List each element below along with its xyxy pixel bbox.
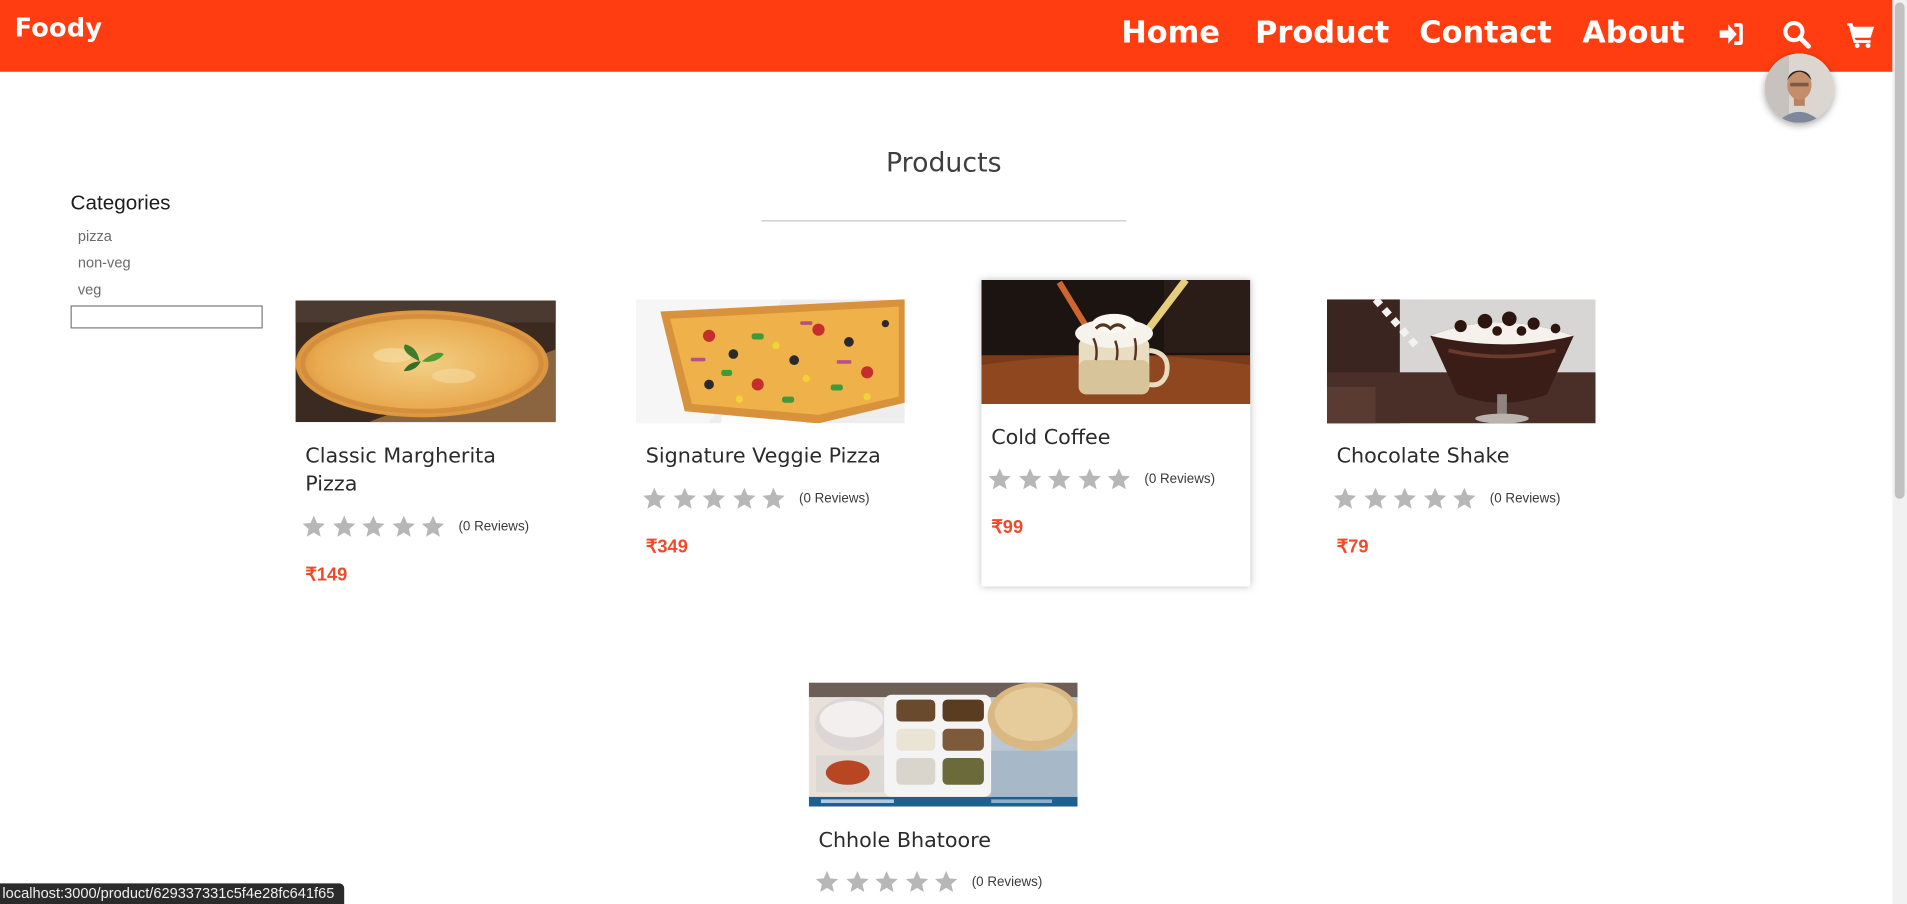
star-icon (1046, 466, 1076, 493)
star-icon (844, 869, 874, 896)
chhole-bhatoore-photo (808, 682, 1078, 807)
search-icon[interactable] (1781, 18, 1813, 50)
star-icon (814, 869, 844, 896)
page-title: Products (886, 148, 1002, 179)
star-icon (330, 513, 360, 540)
product-name[interactable]: Chocolate Shake (1337, 443, 1568, 471)
star-icon (903, 869, 933, 896)
scrollbar-thumb[interactable] (1894, 2, 1905, 499)
star-icon (873, 869, 903, 896)
star-icon (641, 485, 671, 512)
star-icon (1451, 485, 1481, 512)
category-pizza[interactable]: pizza (78, 228, 112, 245)
product-name[interactable]: Classic Margherita Pizza (305, 443, 536, 499)
categories-heading: Categories (70, 191, 171, 215)
review-count: (0 Reviews) (971, 874, 1043, 890)
sign-in-icon[interactable] (1716, 18, 1748, 50)
product-name[interactable]: Signature Veggie Pizza (646, 443, 895, 471)
star-icon (1421, 485, 1451, 512)
product-card[interactable]: Classic Margherita Pizza (0 Reviews) ₹14… (295, 300, 565, 593)
product-price: ₹349 (645, 536, 688, 558)
product-card[interactable]: Cold Coffee (0 Reviews) ₹99 (981, 279, 1251, 587)
product-rating: (0 Reviews) (641, 485, 870, 512)
chocolate-shake-photo (1326, 299, 1596, 424)
review-count: (0 Reviews) (799, 491, 870, 507)
nav-product-link[interactable]: Product (1255, 12, 1389, 53)
veggie-pizza-photo (636, 299, 905, 424)
review-count: (0 Reviews) (1489, 491, 1561, 507)
nav-about-link[interactable]: About (1582, 12, 1684, 53)
star-icon (1076, 466, 1106, 493)
product-price: ₹79 (1336, 536, 1369, 558)
category-search-input[interactable] (70, 305, 263, 329)
page-scrollbar[interactable] (1892, 0, 1907, 904)
star-icon (1016, 466, 1046, 493)
product-price: ₹149 (305, 564, 348, 586)
star-icon (1362, 485, 1392, 512)
user-avatar[interactable] (1764, 53, 1835, 123)
star-icon (1106, 466, 1136, 493)
product-name[interactable]: Cold Coffee (991, 425, 1222, 453)
viewport: Foody Home Product Contact About Product… (0, 0, 1907, 904)
star-icon (731, 485, 761, 512)
star-icon (761, 485, 791, 512)
star-icon (1392, 485, 1422, 512)
star-icon (933, 869, 963, 896)
nav-home-link[interactable]: Home (1121, 12, 1220, 53)
product-rating: (0 Reviews) (1332, 485, 1561, 512)
status-url-bar: localhost:3000/product/629337331c5f4e28f… (0, 883, 345, 904)
star-icon (671, 485, 701, 512)
product-rating: (0 Reviews) (300, 513, 529, 540)
star-icon (986, 466, 1016, 493)
star-icon (390, 513, 420, 540)
star-icon (1332, 485, 1362, 512)
shopping-cart-icon[interactable] (1845, 18, 1877, 50)
product-card[interactable]: Chocolate Shake (0 Reviews) ₹79 (1326, 299, 1596, 567)
nav-contact-link[interactable]: Contact (1419, 12, 1551, 53)
product-card[interactable]: Chhole Bhatoore (0 Reviews) (808, 682, 1078, 904)
title-divider (761, 220, 1127, 222)
star-icon (420, 513, 450, 540)
product-rating: (0 Reviews) (986, 466, 1215, 493)
star-icon (701, 485, 731, 512)
product-price: ₹99 (991, 517, 1024, 538)
cold-coffee-photo (981, 279, 1251, 404)
top-navbar: Foody Home Product Contact About (0, 0, 1893, 72)
page: Foody Home Product Contact About Product… (0, 0, 1907, 904)
pizza-margherita-photo (295, 300, 565, 423)
product-rating: (0 Reviews) (814, 869, 1043, 896)
star-icon (360, 513, 390, 540)
product-card[interactable]: Signature Veggie Pizza (0 Reviews) ₹349 (636, 299, 905, 567)
star-icon (300, 513, 330, 540)
review-count: (0 Reviews) (1144, 472, 1216, 487)
brand-logo[interactable]: Foody (15, 13, 103, 42)
product-name[interactable]: Chhole Bhatoore (819, 827, 1050, 855)
category-non-veg[interactable]: non-veg (78, 254, 131, 271)
review-count: (0 Reviews) (458, 519, 530, 535)
category-veg[interactable]: veg (78, 281, 102, 298)
